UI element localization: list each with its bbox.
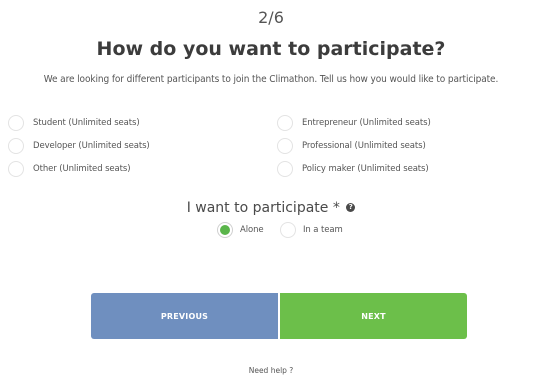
step-indicator: 2/6 [258, 8, 284, 27]
option-student[interactable]: Student (Unlimited seats) [8, 115, 140, 131]
help-icon[interactable]: ? [346, 202, 356, 212]
option-developer-label: Developer (Unlimited seats) [33, 141, 150, 151]
previous-button[interactable]: PREVIOUS [91, 293, 278, 339]
option-entrepreneur-label: Entrepreneur (Unlimited seats) [302, 118, 431, 128]
page-subtitle: We are looking for different participant… [43, 74, 499, 85]
option-policy-maker-label: Policy maker (Unlimited seats) [302, 164, 429, 174]
participation-question: I want to participate * ? [0, 200, 542, 216]
radio-other[interactable] [8, 161, 24, 177]
participation-question-label: I want to participate [186, 200, 329, 216]
option-other-label: Other (Unlimited seats) [33, 164, 131, 174]
page-title: How do you want to participate? [96, 38, 446, 60]
option-in-a-team-label: In a team [303, 225, 343, 235]
need-help-link[interactable]: Need help ? [0, 366, 542, 375]
option-professional-label: Professional (Unlimited seats) [302, 141, 426, 151]
option-professional[interactable]: Professional (Unlimited seats) [277, 138, 426, 154]
option-alone-label: Alone [240, 225, 264, 235]
option-student-label: Student (Unlimited seats) [33, 118, 140, 128]
radio-professional[interactable] [277, 138, 293, 154]
option-entrepreneur[interactable]: Entrepreneur (Unlimited seats) [277, 115, 431, 131]
radio-developer[interactable] [8, 138, 24, 154]
radio-in-a-team[interactable] [280, 222, 296, 238]
radio-alone[interactable] [217, 222, 233, 238]
required-mark: * [332, 200, 340, 216]
next-button[interactable]: NEXT [280, 293, 467, 339]
radio-student[interactable] [8, 115, 24, 131]
option-alone[interactable]: Alone [217, 222, 264, 238]
option-developer[interactable]: Developer (Unlimited seats) [8, 138, 150, 154]
option-other[interactable]: Other (Unlimited seats) [8, 161, 131, 177]
option-in-a-team[interactable]: In a team [280, 222, 343, 238]
radio-policy-maker[interactable] [277, 161, 293, 177]
radio-entrepreneur[interactable] [277, 115, 293, 131]
option-policy-maker[interactable]: Policy maker (Unlimited seats) [277, 161, 429, 177]
